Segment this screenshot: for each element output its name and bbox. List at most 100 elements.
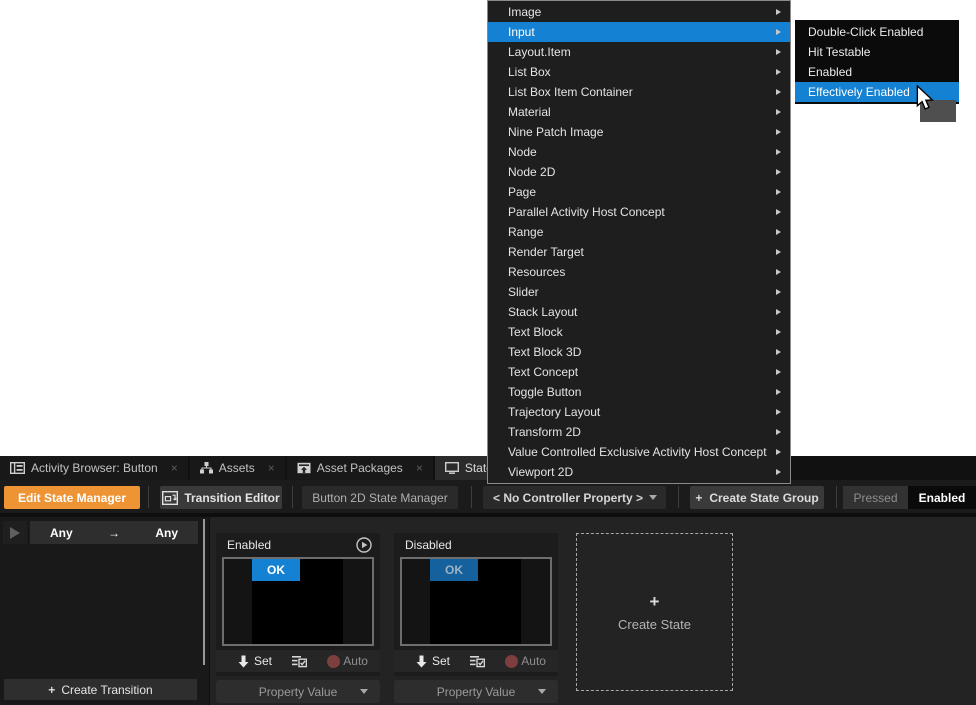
close-icon[interactable]: × bbox=[416, 461, 423, 475]
transition-editor-button[interactable]: Transition Editor bbox=[160, 486, 282, 509]
submenu-arrow-icon bbox=[776, 169, 781, 175]
menu-item-label: Node bbox=[508, 145, 776, 159]
property-value-label: Property Value bbox=[437, 685, 516, 699]
menu-item[interactable]: Text Block bbox=[488, 322, 790, 342]
toolbar-divider bbox=[678, 486, 679, 508]
chevron-down-icon bbox=[649, 495, 657, 500]
node-components-context-menu: Image Input Layout.Item List Box List Bo… bbox=[487, 0, 791, 484]
tab-assets[interactable]: Assets × bbox=[190, 456, 285, 480]
menu-item[interactable]: Page bbox=[488, 182, 790, 202]
menu-item[interactable]: Range bbox=[488, 222, 790, 242]
submenu-arrow-icon bbox=[776, 349, 781, 355]
state-card-body: Disabled OK bbox=[394, 533, 558, 676]
play-icon bbox=[9, 526, 21, 540]
submenu-arrow-icon bbox=[776, 129, 781, 135]
properties-checkbox-icon[interactable] bbox=[470, 655, 485, 668]
menu-item[interactable]: Layout.Item bbox=[488, 42, 790, 62]
menu-item[interactable]: Parallel Activity Host Concept bbox=[488, 202, 790, 222]
submenu-item-label: Hit Testable bbox=[808, 45, 870, 59]
menu-item-label: Toggle Button bbox=[508, 385, 776, 399]
menu-item[interactable]: Value Controlled Exclusive Activity Host… bbox=[488, 442, 790, 462]
toolbar-divider bbox=[471, 486, 472, 508]
close-icon[interactable]: × bbox=[171, 461, 178, 475]
auto-label: Auto bbox=[521, 654, 546, 668]
menu-item[interactable]: Image bbox=[488, 2, 790, 22]
set-button[interactable]: Set bbox=[416, 654, 450, 668]
play-transition-button[interactable] bbox=[3, 521, 27, 544]
create-state-label: Create State bbox=[618, 617, 691, 632]
menu-item[interactable]: Node 2D bbox=[488, 162, 790, 182]
submenu-arrow-icon bbox=[776, 189, 781, 195]
submenu-item[interactable]: Double-Click Enabled bbox=[795, 22, 959, 42]
menu-item[interactable]: List Box bbox=[488, 62, 790, 82]
submenu-arrow-icon bbox=[776, 309, 781, 315]
transitions-panel: Any → Any + Create Transition bbox=[0, 517, 209, 705]
menu-item-label: Material bbox=[508, 105, 776, 119]
menu-item[interactable]: Text Block 3D bbox=[488, 342, 790, 362]
set-label: Set bbox=[254, 654, 272, 668]
menu-item[interactable]: Input bbox=[488, 22, 790, 42]
edit-state-manager-button[interactable]: Edit State Manager bbox=[4, 486, 140, 509]
menu-item[interactable]: Resources bbox=[488, 262, 790, 282]
plus-icon: + bbox=[695, 491, 702, 505]
transition-editor-icon bbox=[162, 491, 178, 505]
menu-item-label: Range bbox=[508, 225, 776, 239]
tab-label: Activity Browser: Button bbox=[31, 461, 158, 475]
auto-toggle[interactable]: Auto bbox=[327, 654, 368, 668]
transition-from: Any bbox=[50, 526, 73, 540]
submenu-item[interactable]: Hit Testable bbox=[795, 42, 959, 62]
controller-property-dropdown[interactable]: < No Controller Property > bbox=[483, 486, 666, 509]
menu-item[interactable]: Slider bbox=[488, 282, 790, 302]
menu-item-label: Layout.Item bbox=[508, 45, 776, 59]
submenu-arrow-icon bbox=[776, 469, 781, 475]
submenu-item-label: Enabled bbox=[808, 65, 852, 79]
menu-item-label: Slider bbox=[508, 285, 776, 299]
menu-item[interactable]: Material bbox=[488, 102, 790, 122]
state-name: Enabled bbox=[227, 538, 356, 552]
menu-item[interactable]: Transform 2D bbox=[488, 422, 790, 442]
close-icon[interactable]: × bbox=[268, 461, 275, 475]
create-state-group-button[interactable]: + Create State Group bbox=[690, 486, 824, 509]
menu-item[interactable]: Render Target bbox=[488, 242, 790, 262]
submenu-arrow-icon bbox=[776, 249, 781, 255]
menu-item[interactable]: Node bbox=[488, 142, 790, 162]
tab-asset-packages[interactable]: Asset Packages × bbox=[287, 456, 433, 480]
create-transition-button[interactable]: + Create Transition bbox=[4, 679, 197, 700]
create-state-button[interactable]: + Create State bbox=[576, 533, 733, 691]
menu-item[interactable]: Trajectory Layout bbox=[488, 402, 790, 422]
play-circle-icon[interactable] bbox=[356, 537, 372, 553]
submenu-arrow-icon bbox=[776, 9, 781, 15]
submenu-item[interactable]: Enabled bbox=[795, 62, 959, 82]
state-name: Disabled bbox=[405, 538, 534, 552]
submenu-arrow-icon bbox=[776, 369, 781, 375]
menu-item[interactable]: Viewport 2D bbox=[488, 462, 790, 482]
state-card: Enabled OK bbox=[216, 533, 380, 703]
properties-checkbox-icon[interactable] bbox=[292, 655, 307, 668]
submenu-arrow-icon bbox=[776, 89, 781, 95]
transitions-scrollbar[interactable] bbox=[203, 519, 205, 665]
auto-toggle[interactable]: Auto bbox=[505, 654, 546, 668]
create-transition-label: Create Transition bbox=[61, 683, 152, 697]
transition-any-to-any[interactable]: Any → Any bbox=[30, 521, 198, 544]
menu-item[interactable]: Stack Layout bbox=[488, 302, 790, 322]
set-button[interactable]: Set bbox=[238, 654, 272, 668]
state-tools-icon bbox=[445, 462, 459, 474]
state-tools-panel: Activity Browser: Button × Assets × Asse… bbox=[0, 456, 976, 705]
menu-item-label: List Box bbox=[508, 65, 776, 79]
menu-item-label: Viewport 2D bbox=[508, 465, 776, 479]
state-card-header: Enabled bbox=[216, 533, 380, 557]
state-preview: OK bbox=[222, 557, 374, 646]
submenu-item-label: Effectively Enabled bbox=[808, 85, 910, 99]
property-value-dropdown[interactable]: Property Value bbox=[394, 680, 558, 703]
property-value-dropdown[interactable]: Property Value bbox=[216, 680, 380, 703]
state-group-tab-pressed[interactable]: Pressed bbox=[843, 486, 908, 509]
tab-activity-browser[interactable]: Activity Browser: Button × bbox=[0, 456, 188, 480]
auto-record-dot-icon bbox=[505, 655, 518, 668]
menu-item-label: Parallel Activity Host Concept bbox=[508, 205, 776, 219]
submenu-item-label: Double-Click Enabled bbox=[808, 25, 923, 39]
state-group-tab-enabled[interactable]: Enabled bbox=[908, 486, 976, 509]
menu-item[interactable]: Toggle Button bbox=[488, 382, 790, 402]
menu-item[interactable]: Text Concept bbox=[488, 362, 790, 382]
menu-item[interactable]: Nine Patch Image bbox=[488, 122, 790, 142]
menu-item[interactable]: List Box Item Container bbox=[488, 82, 790, 102]
